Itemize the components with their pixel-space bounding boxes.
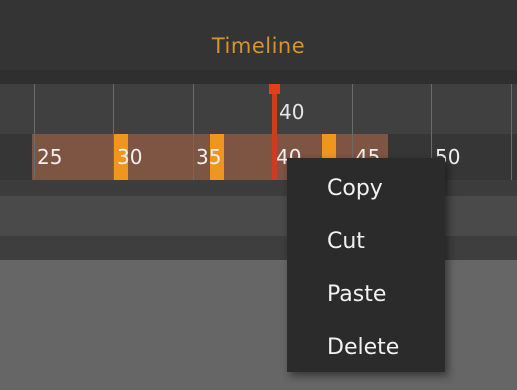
panel-title: Timeline xyxy=(211,34,306,58)
context-menu: Copy Cut Paste Delete xyxy=(287,158,445,372)
frame-tick-label: 35 xyxy=(196,145,222,169)
header-divider xyxy=(0,70,517,84)
ruler-gridline xyxy=(193,84,194,180)
playhead[interactable] xyxy=(272,84,277,180)
menu-item-copy[interactable]: Copy xyxy=(287,164,445,214)
ruler-gridline xyxy=(511,84,512,180)
timeline-ruler[interactable] xyxy=(0,84,517,134)
playhead-handle[interactable] xyxy=(269,84,280,94)
current-frame-label: 40 xyxy=(279,100,305,124)
menu-item-cut[interactable]: Cut xyxy=(287,217,445,267)
menu-item-delete[interactable]: Delete xyxy=(287,323,445,373)
frame-tick-label: 30 xyxy=(117,145,143,169)
menu-item-paste[interactable]: Paste xyxy=(287,270,445,320)
frame-tick-label: 25 xyxy=(37,145,63,169)
ruler-gridline xyxy=(34,84,35,180)
